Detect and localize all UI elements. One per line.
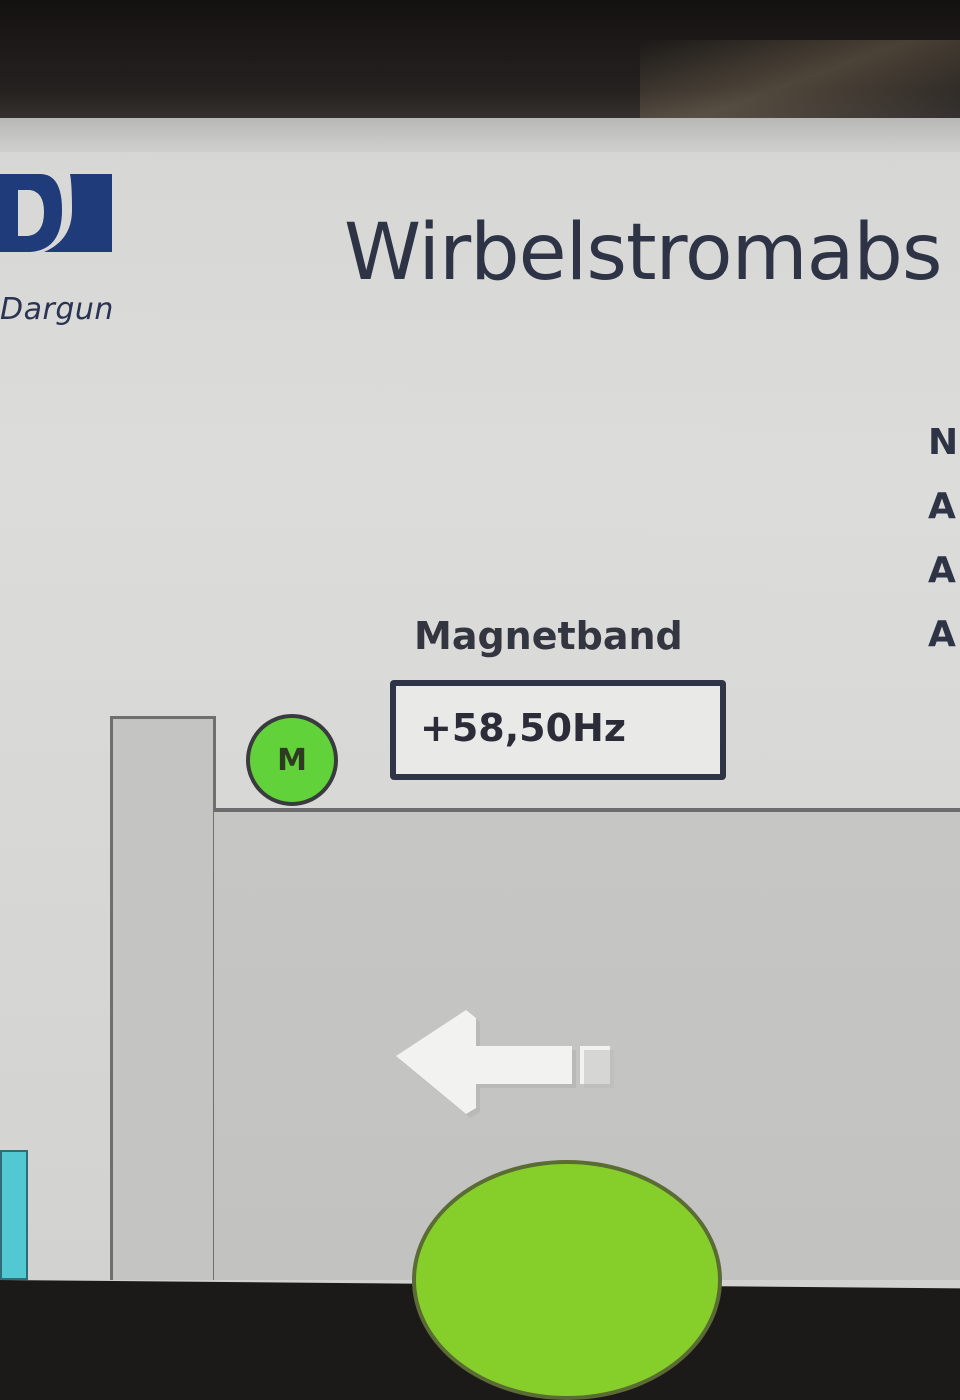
side-indicator [0, 1150, 28, 1280]
frequency-value: +58,50Hz [420, 706, 626, 750]
status-item-2: A [928, 486, 956, 527]
motor-letter: M [277, 742, 307, 778]
bezel-reflection [640, 40, 960, 120]
status-item-4: A [928, 614, 956, 655]
status-item-1: N [928, 422, 959, 463]
company-logo-icon [0, 170, 118, 255]
page-title: Wirbelstromabs [344, 208, 943, 298]
status-list: N A A A [928, 412, 958, 668]
magnet-drum[interactable] [412, 1160, 722, 1400]
machine-column [110, 716, 216, 1280]
screen-top-edge [0, 118, 960, 152]
status-item-3: A [928, 550, 956, 591]
frequency-display[interactable]: +58,50Hz [390, 680, 726, 780]
company-location-label: Dargun [0, 292, 114, 327]
arrow-left-icon [396, 1010, 614, 1118]
monitor-bezel [0, 0, 960, 128]
magnetband-label: Magnetband [414, 614, 683, 658]
motor-status-button[interactable]: M [246, 714, 338, 806]
